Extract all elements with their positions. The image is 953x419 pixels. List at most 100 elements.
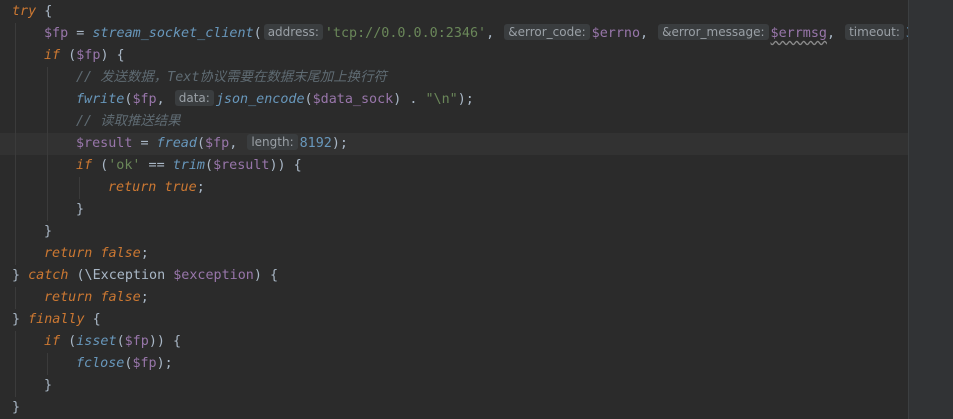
code-line[interactable]: } catch (\Exception $exception) { xyxy=(0,265,909,287)
code-token: $fp xyxy=(124,334,149,349)
code-token: ; xyxy=(140,246,149,261)
code-token: if xyxy=(44,48,61,63)
code-token: } xyxy=(76,202,85,217)
code-text: $fp = stream_socket_client(address:'tcp:… xyxy=(44,23,930,45)
code-token: finally xyxy=(28,312,85,327)
code-token: $result xyxy=(76,136,133,151)
code-text: } xyxy=(76,199,84,221)
indent-guide xyxy=(47,155,48,177)
indent-guide xyxy=(15,375,16,397)
code-token: trim xyxy=(172,158,205,173)
indent-guide xyxy=(47,89,48,111)
code-line[interactable]: if (isset($fp)) { xyxy=(0,331,909,353)
code-token: } xyxy=(12,312,29,327)
code-line[interactable]: if ($fp) { xyxy=(0,45,909,67)
code-token: ( xyxy=(196,136,205,151)
code-text: } xyxy=(12,397,20,419)
code-token: $result xyxy=(213,158,270,173)
code-editor[interactable]: try {$fp = stream_socket_client(address:… xyxy=(0,0,930,419)
indent-guide xyxy=(47,111,48,133)
code-token: 8192 xyxy=(299,136,332,151)
indent-guide xyxy=(15,177,16,199)
code-token: catch xyxy=(28,268,69,283)
code-token: ( xyxy=(205,158,214,173)
code-token: ( xyxy=(60,48,77,63)
parameter-hint: &error_message: xyxy=(658,24,769,40)
code-text: } finally { xyxy=(12,309,101,331)
code-token: return xyxy=(108,180,157,195)
code-token: 'tcp://0.0.0.0:2346' xyxy=(324,26,487,41)
editor-right-gutter xyxy=(908,0,953,419)
code-line[interactable]: try { xyxy=(0,1,909,23)
code-token: )) { xyxy=(148,334,182,349)
code-line[interactable]: fwrite($fp, data: json_encode($data_sock)… xyxy=(0,89,909,111)
code-token: $fp xyxy=(44,26,69,41)
code-text: if ($fp) { xyxy=(44,45,125,67)
code-text: } xyxy=(44,221,52,243)
code-token: // 读取推送结果 xyxy=(76,114,181,129)
code-token: fread xyxy=(156,136,197,151)
code-token: return xyxy=(44,246,93,261)
code-token: , xyxy=(156,92,173,107)
indent-guide xyxy=(15,45,16,67)
code-token: ; xyxy=(140,290,149,305)
code-text: fclose($fp); xyxy=(76,353,173,375)
code-line[interactable]: $fp = stream_socket_client(address:'tcp:… xyxy=(0,23,930,45)
code-token: ) { xyxy=(253,268,279,283)
code-line[interactable]: } xyxy=(0,199,909,221)
code-line[interactable]: return false; xyxy=(0,287,909,309)
code-line[interactable]: $result = fread($fp, length: 8192); xyxy=(0,133,909,155)
code-token: $errmsg xyxy=(770,26,827,41)
code-token: $fp xyxy=(205,136,230,151)
code-token: } xyxy=(44,224,53,239)
code-token: = xyxy=(132,136,157,151)
code-token: fclose xyxy=(76,356,125,371)
code-token: stream_socket_client xyxy=(92,26,254,41)
code-token: try xyxy=(12,4,37,19)
indent-guide xyxy=(47,177,48,199)
code-line[interactable]: fclose($fp); xyxy=(0,353,909,375)
code-line[interactable]: // 读取推送结果 xyxy=(0,111,909,133)
code-token: "\n" xyxy=(425,92,458,107)
code-token: return xyxy=(44,290,93,305)
indent-guide xyxy=(15,331,16,353)
indent-guide xyxy=(47,199,48,221)
code-line[interactable]: // 发送数据，Text协议需要在数据末尾加上换行符 xyxy=(0,67,909,89)
code-token: false xyxy=(100,290,141,305)
code-token: $fp xyxy=(132,356,157,371)
code-token: $data_sock xyxy=(312,92,394,107)
code-token: if xyxy=(44,334,61,349)
code-text: // 读取推送结果 xyxy=(76,111,181,133)
code-line[interactable]: } xyxy=(0,397,909,419)
code-text: // 发送数据，Text协议需要在数据末尾加上换行符 xyxy=(76,67,387,89)
code-token: { xyxy=(36,4,53,19)
code-token: // 发送数据，Text协议需要在数据末尾加上换行符 xyxy=(76,70,387,85)
indent-guide xyxy=(47,67,48,89)
code-token: ) . xyxy=(393,92,426,107)
indent-guide xyxy=(15,23,16,45)
indent-guide xyxy=(15,287,16,309)
code-line[interactable]: return true; xyxy=(0,177,909,199)
code-token: ( xyxy=(304,92,313,107)
parameter-hint: data: xyxy=(174,90,214,106)
code-token: ) { xyxy=(100,48,125,63)
indent-guide xyxy=(47,353,48,375)
code-token: ( xyxy=(92,158,109,173)
indent-guide xyxy=(15,243,16,265)
code-line[interactable]: if ('ok' == trim($result)) { xyxy=(0,155,909,177)
code-token: = xyxy=(68,26,93,41)
code-token: { xyxy=(84,312,101,327)
code-token: , xyxy=(229,136,246,151)
indent-guide xyxy=(15,89,16,111)
code-line[interactable]: return false; xyxy=(0,243,909,265)
code-line[interactable]: } xyxy=(0,375,909,397)
code-text: fwrite($fp, data: json_encode($data_sock)… xyxy=(76,89,474,111)
code-token: == xyxy=(140,158,173,173)
code-token: ); xyxy=(457,92,474,107)
code-token: $errno xyxy=(591,26,641,41)
code-line[interactable]: } finally { xyxy=(0,309,909,331)
code-token: if xyxy=(76,158,93,173)
indent-guide xyxy=(79,177,80,199)
indent-guide xyxy=(15,221,16,243)
code-line[interactable]: } xyxy=(0,221,909,243)
